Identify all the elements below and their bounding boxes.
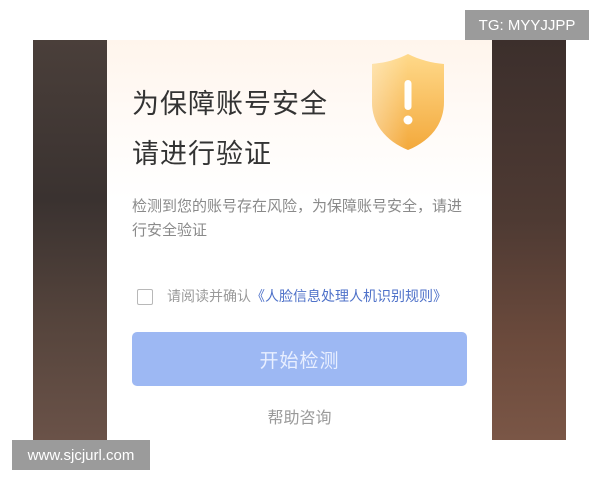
- dialog-title-line1: 为保障账号安全: [132, 89, 328, 120]
- background-photo-right: [492, 40, 566, 440]
- consent-text: 请阅读并确认《人脸信息处理人机识别规则》: [167, 287, 457, 307]
- start-detection-button[interactable]: 开始检测: [132, 332, 467, 386]
- consent-checkbox[interactable]: [137, 289, 153, 305]
- consent-prefix: 请阅读并确认: [167, 289, 251, 305]
- shield-warning-icon: [372, 54, 444, 150]
- dialog-title-line2: 请进行验证: [132, 139, 272, 170]
- face-rules-link[interactable]: 《人脸信息处理人机识别规则》: [251, 289, 447, 305]
- help-consult-link[interactable]: 帮助咨询: [107, 404, 492, 428]
- background-photo-left: [33, 40, 107, 440]
- watermark-telegram: TG: MYYJJPP: [465, 10, 589, 40]
- watermark-url: www.sjcjurl.com: [12, 440, 150, 470]
- risk-description: 检测到您的账号存在风险，为保障账号安全，请进行安全验证: [132, 197, 463, 239]
- verification-dialog: 为保障账号安全 请进行验证 检测到您的账号存在风险，为保障账号安全，请进行安全验…: [107, 40, 492, 440]
